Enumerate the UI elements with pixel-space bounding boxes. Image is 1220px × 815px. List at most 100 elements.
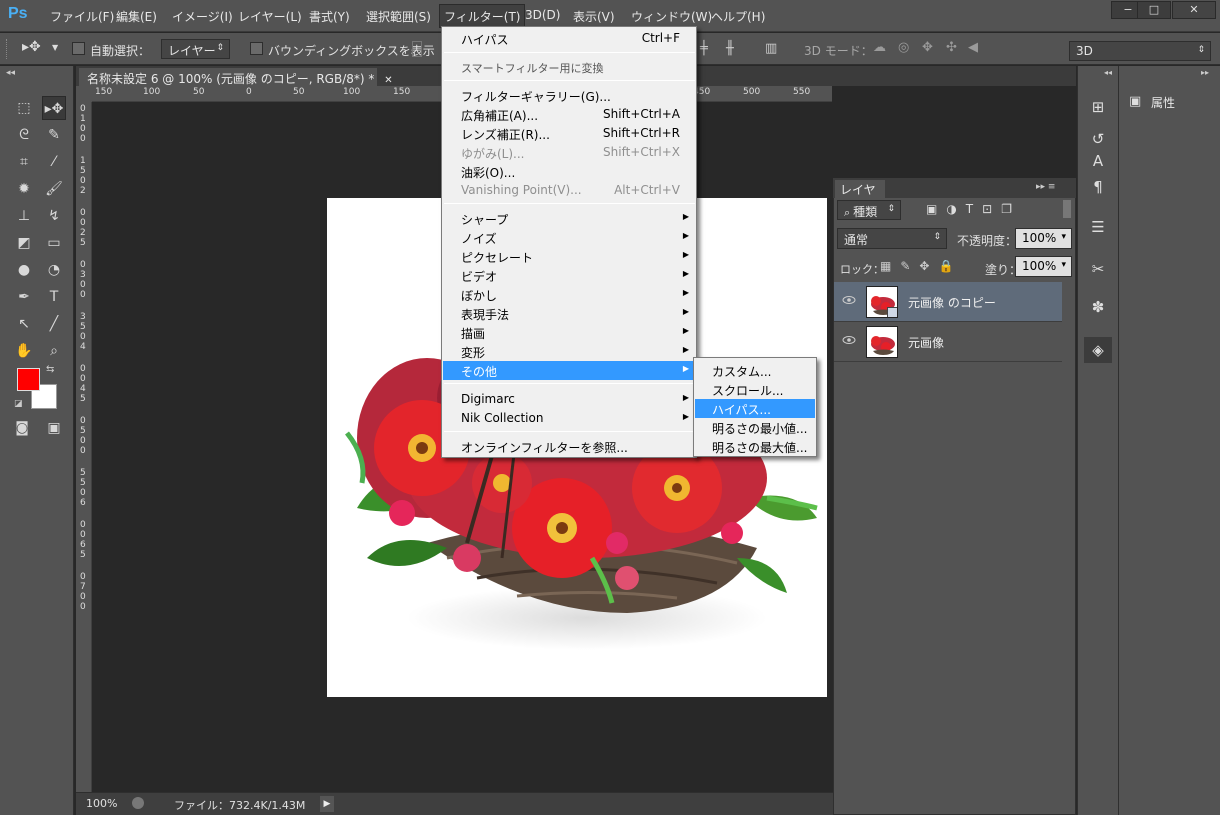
menu-image[interactable]: イメージ(I) [172, 8, 233, 26]
foreground-color-swatch[interactable] [17, 368, 40, 391]
layer-kind-filter[interactable]: ⌕ 種類 ⇕ [837, 200, 901, 220]
layer-filter-icons[interactable]: ▣◑T⊡❐ [926, 202, 1021, 216]
brush-presets-icon[interactable]: ✽ [1084, 294, 1112, 320]
adjustments-icon[interactable]: ☰ [1084, 214, 1112, 240]
filter-menu-item[interactable]: シャープ ▶ [443, 209, 696, 228]
3d-slide-icon[interactable]: ✣ [946, 40, 957, 55]
filter-toggle[interactable] [1063, 200, 1071, 218]
default-colors-icon[interactable]: ◪ [14, 399, 23, 409]
blend-mode-dropdown[interactable]: 通常 ⇕ [837, 228, 947, 249]
filter-menu-item[interactable]: フィルターギャラリー(G)... [443, 86, 696, 105]
distribute-icon[interactable]: ╪ [700, 41, 708, 56]
character-icon[interactable]: A [1084, 148, 1112, 174]
move-tool-icon[interactable]: ▸✥ [42, 96, 66, 120]
3d-roll-icon[interactable]: ◎ [898, 40, 909, 55]
screen-mode-icon[interactable]: ▣ [42, 416, 66, 440]
menu-edit[interactable]: 編集(E) [116, 8, 157, 26]
filter-menu-item[interactable]: 油彩(O)... [443, 162, 696, 181]
lock-icons[interactable]: ▦✎✥🔒 [880, 259, 962, 273]
submenu-item[interactable]: 明るさの最大値... [695, 437, 815, 456]
bounding-box-checkbox[interactable] [250, 42, 263, 55]
3d-scale-icon[interactable]: ◀ [968, 40, 978, 55]
panel-menu-icon[interactable]: ▸▸ ≡ [1036, 182, 1055, 192]
layer-name[interactable]: 元画像 のコピー [908, 294, 996, 311]
chevron-down-icon[interactable]: ▼ [52, 43, 58, 52]
filter-menu-item[interactable]: ハイパス Ctrl+F [443, 29, 696, 48]
filter-menu-item[interactable]: Digimarc ▶ [443, 390, 696, 409]
path-select-tool-icon[interactable]: ↖ [12, 312, 36, 336]
pen-tool-icon[interactable]: ✒ [12, 285, 36, 309]
zoom-tool-icon[interactable]: ⌕ [42, 339, 66, 363]
maximize-button[interactable]: □ [1137, 1, 1171, 19]
filter-menu-item[interactable]: 変形 ▶ [443, 342, 696, 361]
quick-select-tool-icon[interactable]: ✎ [42, 123, 66, 147]
close-window-button[interactable]: ✕ [1172, 1, 1216, 19]
filter-menu-item[interactable]: 表現手法 ▶ [443, 304, 696, 323]
opacity-field[interactable]: 100% ▾ [1015, 228, 1072, 249]
history-brush-tool-icon[interactable]: ↯ [42, 204, 66, 228]
distribute-icon[interactable]: ╫ [726, 41, 734, 56]
menu-select[interactable]: 選択範囲(S) [366, 8, 431, 26]
collapse-icon[interactable]: ▸▸ [1201, 68, 1209, 77]
gradient-tool-icon[interactable]: ▭ [42, 231, 66, 255]
filter-menu-item[interactable]: レンズ補正(R)... Shift+Ctrl+R [443, 124, 696, 143]
filter-menu-item[interactable]: ピクセレート ▶ [443, 247, 696, 266]
layers-panel-icon[interactable]: ◈ [1084, 337, 1112, 363]
layers-tab[interactable]: レイヤー [835, 180, 885, 214]
properties-icon[interactable]: ▣ [1129, 94, 1141, 109]
submenu-item[interactable]: ハイパス... [695, 399, 815, 418]
zoom-level[interactable]: 100% [86, 797, 117, 810]
align-icon[interactable] [412, 41, 422, 57]
tool-presets-icon[interactable]: ✂ [1084, 256, 1112, 282]
fill-field[interactable]: 100% ▾ [1015, 256, 1072, 277]
menu-layer[interactable]: レイヤー(L) [238, 8, 302, 26]
layer-row[interactable]: 元画像 のコピー [834, 282, 1062, 322]
filter-menu-item[interactable]: オンラインフィルターを参照... [443, 437, 696, 456]
auto-align-icon[interactable]: ▥ [765, 41, 777, 56]
filter-menu-item[interactable]: Vanishing Point(V)... Alt+Ctrl+V [443, 181, 696, 200]
document-tab[interactable]: 名称未設定 6 @ 100% (元画像 のコピー, RGB/8*) * ✕ [79, 68, 393, 87]
marquee-tool-icon[interactable]: ⬚ [12, 96, 36, 120]
crop-tool-icon[interactable]: ⌗ [12, 150, 36, 174]
filter-menu-item[interactable]: 広角補正(A)... Shift+Ctrl+A [443, 105, 696, 124]
collapse-icon[interactable]: ◂◂ [1104, 68, 1112, 77]
visibility-eye-icon[interactable] [842, 295, 856, 305]
lasso-tool-icon[interactable]: ᘓ [12, 123, 36, 147]
filter-menu-item[interactable]: スマートフィルター用に変換 [443, 58, 696, 77]
eraser-tool-icon[interactable]: ◩ [12, 231, 36, 255]
blur-tool-icon[interactable]: ● [12, 258, 36, 282]
filter-menu-item[interactable]: ぼかし ▶ [443, 285, 696, 304]
menu-3d[interactable]: 3D(D) [525, 8, 560, 26]
menu-view[interactable]: 表示(V) [573, 8, 615, 26]
spot-healing-tool-icon[interactable]: ✹ [12, 177, 36, 201]
eyedropper-tool-icon[interactable]: ⁄ [42, 150, 66, 174]
line-tool-icon[interactable]: ╱ [42, 312, 66, 336]
auto-select-dropdown[interactable]: レイヤー ⇕ [161, 39, 230, 59]
3d-pan-icon[interactable]: ✥ [922, 40, 933, 55]
menu-help[interactable]: ヘルプ(H) [711, 8, 765, 26]
brush-tool-icon[interactable]: 🖌 [42, 177, 66, 201]
swap-colors-icon[interactable]: ⇆ [46, 364, 54, 375]
quick-mask-icon[interactable]: ◙ [10, 416, 34, 440]
status-menu-arrow-icon[interactable]: ▶ [320, 796, 334, 812]
menu-filter[interactable]: フィルター(T) [438, 4, 526, 28]
filter-menu-item[interactable]: ノイズ ▶ [443, 228, 696, 247]
layer-name[interactable]: 元画像 [908, 334, 944, 351]
dodge-tool-icon[interactable]: ◔ [42, 258, 66, 282]
collapse-icon[interactable]: ◂◂ [6, 68, 15, 78]
submenu-item[interactable]: 明るさの最小値... [695, 418, 815, 437]
layer-row[interactable]: 元画像 [834, 322, 1062, 362]
paragraph-icon[interactable]: ¶ [1084, 174, 1112, 200]
move-tool-preset-icon[interactable]: ▸✥ [22, 39, 41, 55]
clone-stamp-tool-icon[interactable]: ⊥ [12, 204, 36, 228]
filter-menu-item[interactable]: ゆがみ(L)... Shift+Ctrl+X [443, 143, 696, 162]
auto-select-checkbox[interactable] [72, 42, 85, 55]
3d-rotate-icon[interactable]: ☁ [873, 40, 886, 55]
menu-window[interactable]: ウィンドウ(W) [631, 8, 712, 26]
close-tab-icon[interactable]: ✕ [384, 75, 392, 86]
submenu-item[interactable]: カスタム... [695, 361, 815, 380]
workspace-dropdown[interactable]: 3D ⇕ [1069, 41, 1211, 61]
submenu-item[interactable]: スクロール... [695, 380, 815, 399]
visibility-eye-icon[interactable] [842, 335, 856, 345]
filter-menu-item[interactable]: その他 ▶ [443, 361, 696, 380]
